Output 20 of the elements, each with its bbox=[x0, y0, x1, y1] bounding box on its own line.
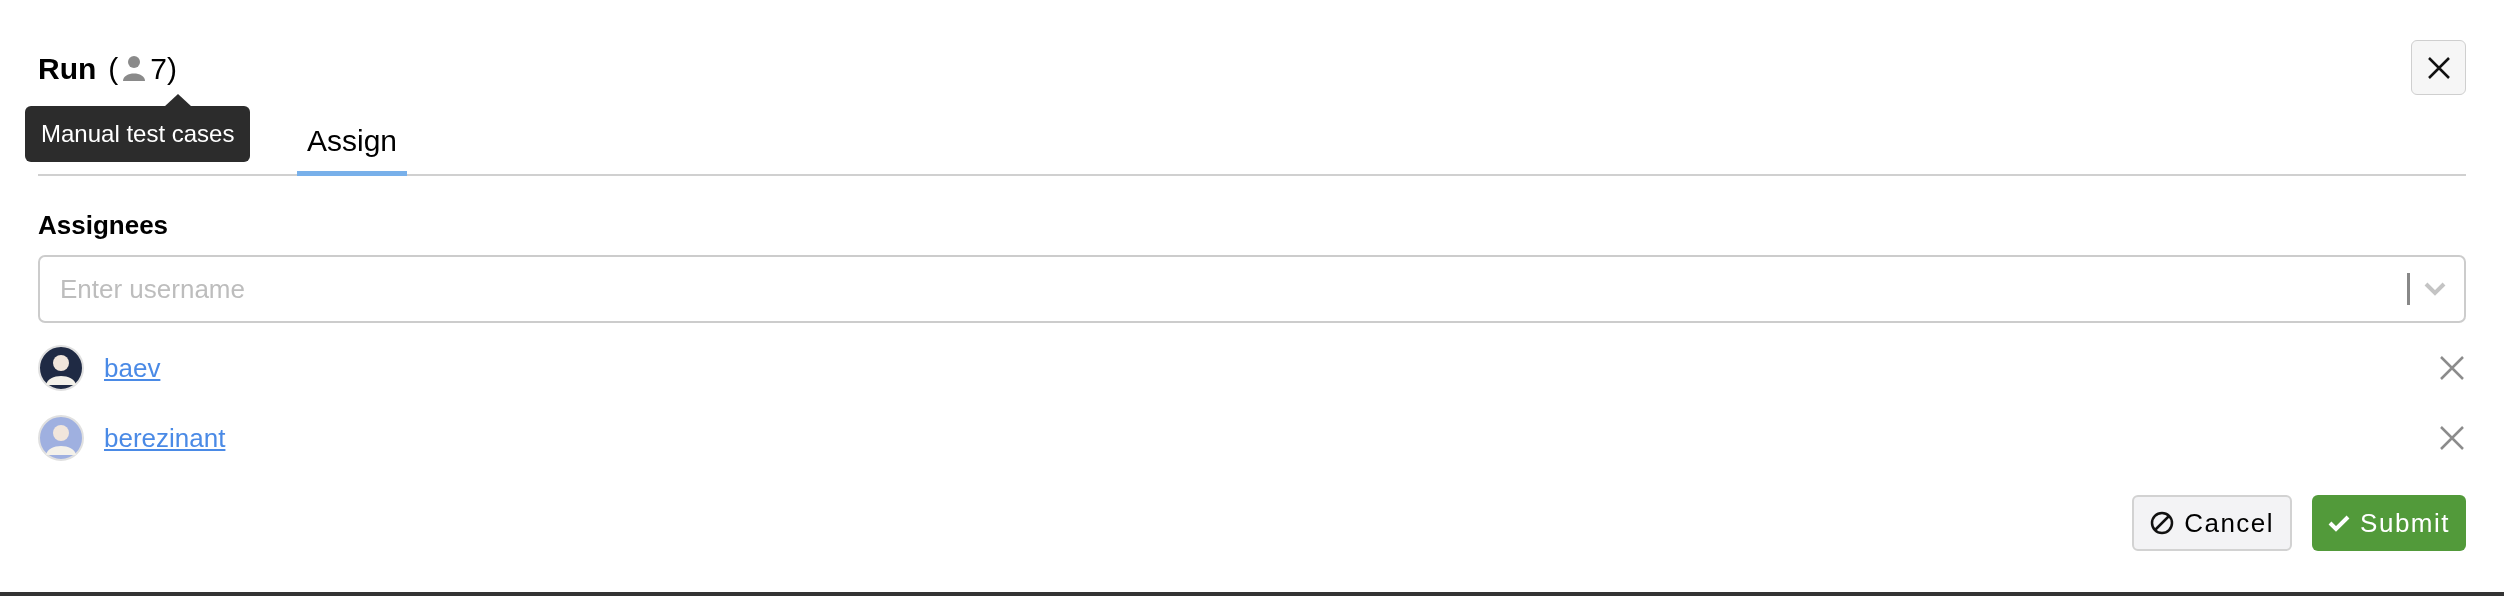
user-link[interactable]: berezinant bbox=[104, 418, 226, 458]
tooltip-arrow-icon bbox=[164, 94, 192, 107]
remove-icon[interactable] bbox=[2440, 426, 2464, 450]
paren: ( bbox=[108, 50, 119, 87]
count-text: 7 bbox=[150, 50, 167, 87]
cancel-icon bbox=[2150, 511, 2175, 535]
chevron-down-icon[interactable] bbox=[2424, 282, 2446, 296]
cancel-button[interactable]: Cancel bbox=[2132, 495, 2293, 551]
submit-button[interactable]: Submit bbox=[2312, 495, 2466, 551]
user-link[interactable]: baev bbox=[104, 348, 161, 388]
dialog-title: Run bbox=[38, 50, 97, 87]
check-icon bbox=[2328, 514, 2351, 532]
field-label: Assignees bbox=[38, 209, 170, 242]
close-button[interactable] bbox=[2411, 40, 2466, 95]
person-icon bbox=[122, 55, 147, 81]
username-input-field[interactable]: Enter username bbox=[38, 255, 2466, 323]
paren: ) bbox=[167, 50, 177, 87]
tab[interactable]: Assign bbox=[297, 118, 408, 176]
close-icon bbox=[2426, 55, 2451, 80]
remove-icon[interactable] bbox=[2440, 356, 2464, 380]
